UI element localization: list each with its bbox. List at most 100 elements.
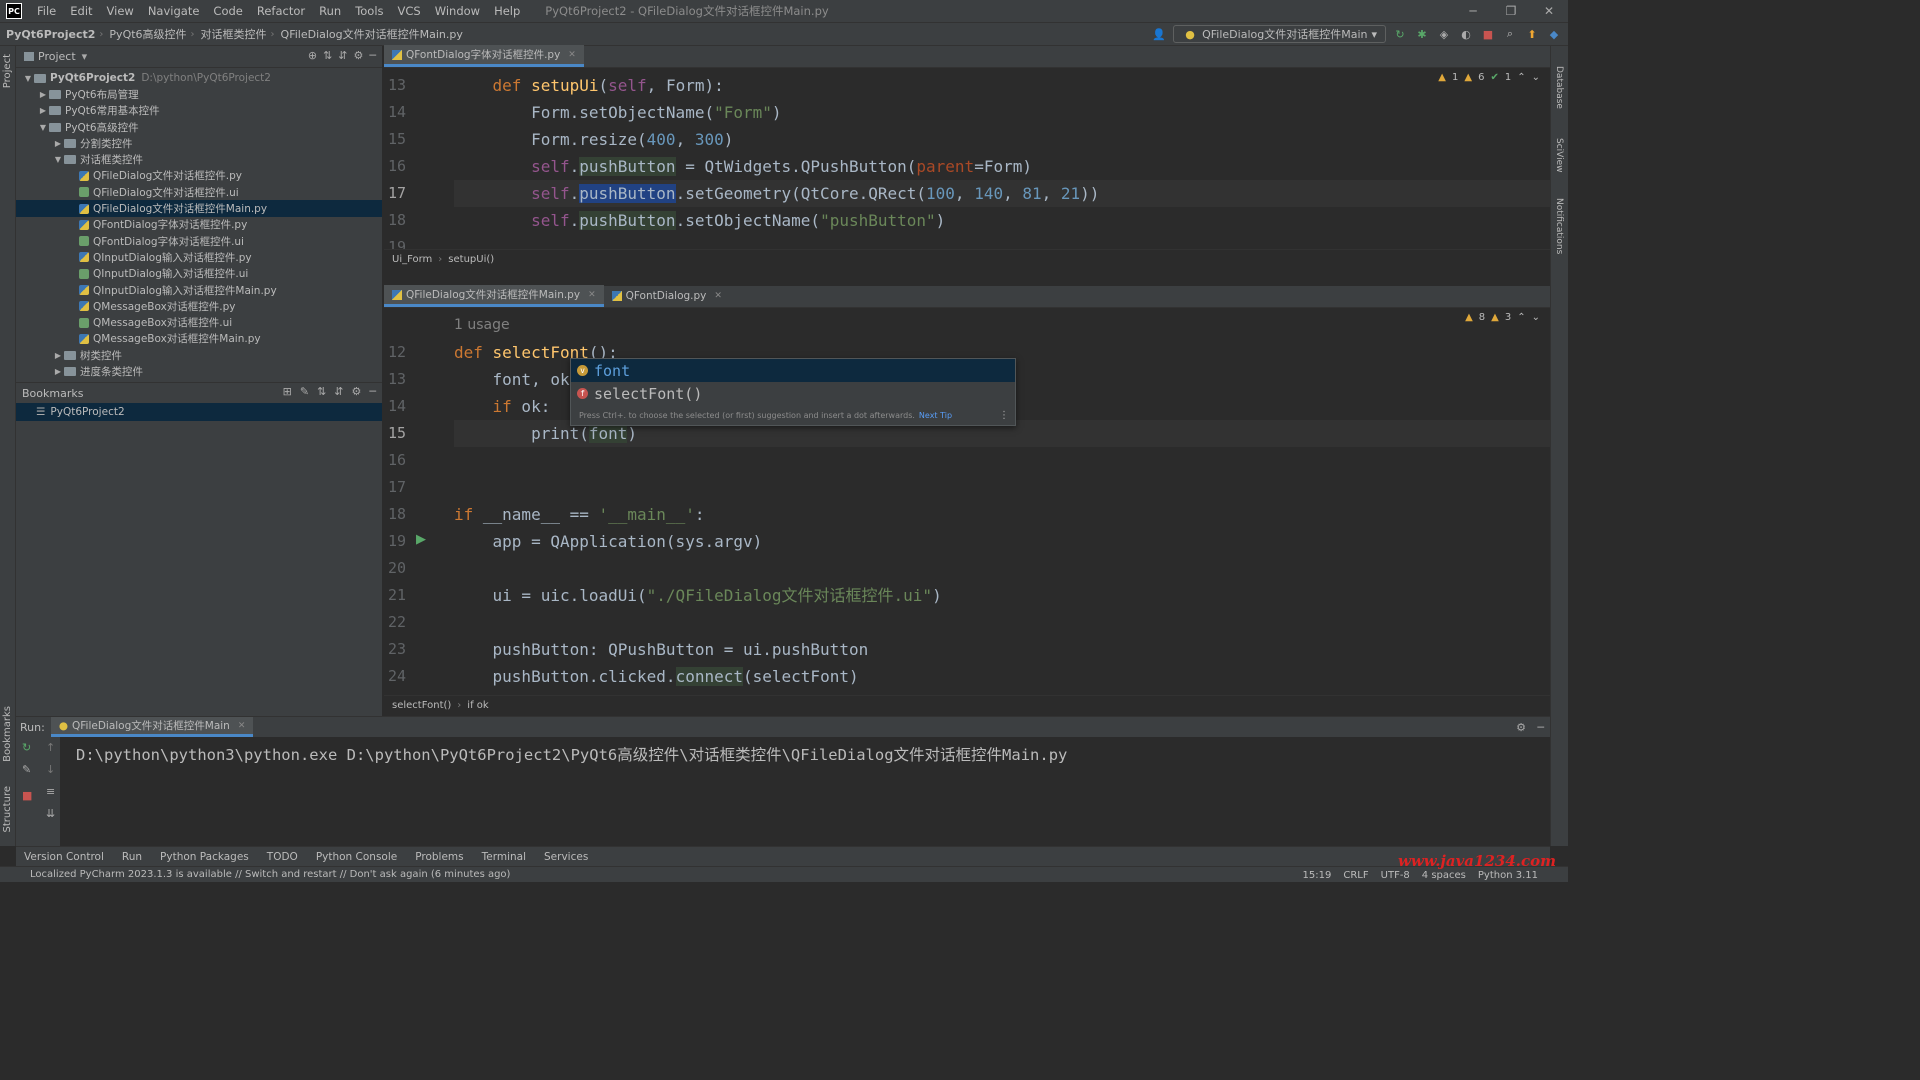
collapse-all-icon[interactable]: ⇵ [334,385,343,398]
add-bookmark-icon[interactable]: ⊞ [283,385,292,398]
tree-item[interactable]: QFontDialog字体对话框控件.ui [16,233,382,249]
breadcrumb-method[interactable]: setupUi() [448,254,494,265]
settings-icon[interactable]: ◆ [1546,26,1562,42]
run-configuration-select[interactable]: ● QFileDialog文件对话框控件Main ▾ [1173,25,1386,43]
notifications-tool-label[interactable]: Notifications [1554,198,1564,254]
completion-item-font[interactable]: v font [571,359,1015,382]
project-tool-label[interactable]: Project [2,54,13,88]
sciview-tool-label[interactable]: SciView [1554,138,1564,173]
expand-all-icon[interactable]: ⇅ [323,49,332,62]
file-encoding[interactable]: UTF-8 [1381,870,1410,881]
close-tab-icon[interactable]: ✕ [588,290,596,300]
tree-item[interactable]: ▼ PyQt6Project2 D:\python\PyQt6Project2 [16,70,382,86]
database-tool-label[interactable]: Database [1554,66,1564,109]
tree-item[interactable]: QMessageBox对话框控件.py [16,298,382,314]
tool-tab-run[interactable]: Run [122,851,142,863]
hide-icon[interactable]: ─ [1537,721,1544,734]
tree-item[interactable]: ▶ 树类控件 [16,347,382,363]
close-tab-icon[interactable]: ✕ [238,721,246,731]
update-icon[interactable]: ⬆ [1524,26,1540,42]
rerun-icon[interactable]: ↻ [1392,26,1408,42]
chevron-right-icon[interactable]: ▶ [52,367,64,376]
next-tip-link[interactable]: Next Tip [919,411,952,420]
tool-tab-python-packages[interactable]: Python Packages [160,851,249,863]
menu-refactor[interactable]: Refactor [250,4,312,18]
coverage-icon[interactable]: ◈ [1436,26,1452,42]
tree-item[interactable]: ▶ 进度条类控件 [16,363,382,379]
breadcrumb-file[interactable]: QFileDialog文件对话框控件Main.py [275,26,467,42]
tree-item[interactable]: QMessageBox对话框控件.ui [16,314,382,330]
chevron-right-icon[interactable]: ▶ [37,106,49,115]
tree-item[interactable]: QFontDialog字体对话框控件.py [16,217,382,233]
tree-item[interactable]: ▶ PyQt6布局管理 [16,86,382,102]
user-icon[interactable]: 👤 [1151,26,1167,42]
menu-edit[interactable]: Edit [63,4,99,18]
down-icon[interactable]: ↓ [46,763,55,776]
chevron-right-icon[interactable]: ▶ [37,90,49,99]
tree-item[interactable]: QMessageBox对话框控件Main.py [16,331,382,347]
minimize-icon[interactable]: ─ [1454,0,1492,22]
tab-qfontdialog-py[interactable]: QFontDialog字体对话框控件.py ✕ [384,45,584,67]
breadcrumb-project[interactable]: PyQt6Project2 [0,28,99,41]
chevron-right-icon[interactable]: ▶ [52,139,64,148]
tree-item[interactable]: QFileDialog文件对话框控件.ui [16,184,382,200]
close-icon[interactable]: ✕ [1530,0,1568,22]
run-tab[interactable]: ● QFileDialog文件对话框控件Main ✕ [50,717,254,737]
tool-tab-problems[interactable]: Problems [415,851,463,863]
up-icon[interactable]: ↑ [46,741,55,754]
tree-item[interactable]: ▼ 对话框类控件 [16,151,382,167]
tree-item[interactable]: ▼ PyQt6高级控件 [16,119,382,135]
gear-icon[interactable]: ⚙ [354,49,364,62]
breadcrumb-block[interactable]: if ok [467,700,488,711]
run-gutter-icon[interactable]: ▶ [416,532,426,547]
tool-tab-terminal[interactable]: Terminal [482,851,526,863]
status-message[interactable]: Localized PyCharm 2023.1.3 is available … [30,869,510,880]
more-icon[interactable]: ⋮ [999,410,1009,421]
tree-item[interactable]: ▶ PyQt6常用基本控件 [16,103,382,119]
menu-tools[interactable]: Tools [348,4,390,18]
tree-item[interactable]: QInputDialog输入对话框控件.ui [16,266,382,282]
menu-help[interactable]: Help [487,4,527,18]
menu-file[interactable]: File [30,4,63,18]
chevron-right-icon[interactable]: ▶ [52,351,64,360]
search-icon[interactable]: ⌕ [1502,26,1518,42]
wrench-icon[interactable]: ✎ [22,763,31,776]
tool-tab-python-console[interactable]: Python Console [316,851,397,863]
profile-icon[interactable]: ◐ [1458,26,1474,42]
locate-icon[interactable]: ⊕ [308,49,317,62]
run-output[interactable]: D:\python\python3\python.exe D:\python\P… [76,743,1067,765]
menu-code[interactable]: Code [206,4,249,18]
menu-vcs[interactable]: VCS [391,4,428,18]
stop-icon[interactable]: ■ [22,789,32,802]
close-tab-icon[interactable]: ✕ [568,50,576,60]
debug-icon[interactable]: ✱ [1414,26,1430,42]
breadcrumb-class[interactable]: Ui_Form [392,254,432,265]
indent-setting[interactable]: 4 spaces [1422,870,1466,881]
tree-item[interactable]: QInputDialog输入对话框控件Main.py [16,282,382,298]
tool-tab-services[interactable]: Services [544,851,588,863]
python-interpreter[interactable]: Python 3.11 [1478,870,1538,881]
tool-tab-version-control[interactable]: Version Control [24,851,104,863]
usage-hint[interactable]: 1 usage [454,312,510,339]
bookmark-item[interactable]: ☰ PyQt6Project2 [16,403,382,421]
caret-position[interactable]: 15:19 [1303,870,1332,881]
tree-item[interactable]: QFileDialog文件对话框控件.py [16,168,382,184]
edit-icon[interactable]: ✎ [300,385,309,398]
bookmarks-tool-label[interactable]: Bookmarks [2,706,13,762]
soft-wrap-icon[interactable]: ≡ [46,785,55,798]
breadcrumb-function[interactable]: selectFont() [392,700,451,711]
stop-icon[interactable]: ■ [1480,26,1496,42]
gear-icon[interactable]: ⚙ [352,385,362,398]
chevron-down-icon[interactable]: ▼ [22,74,34,83]
close-tab-icon[interactable]: ✕ [714,291,722,301]
completion-item-selectfont[interactable]: f selectFont() [571,382,1015,405]
gear-icon[interactable]: ⚙ [1516,721,1526,734]
tree-item[interactable]: QFileDialog文件对话框控件Main.py [16,200,382,217]
chevron-down-icon[interactable]: ▼ [37,123,49,132]
breadcrumb-subfolder[interactable]: 对话框类控件 [195,26,271,42]
menu-run[interactable]: Run [312,4,348,18]
collapse-all-icon[interactable]: ⇵ [338,49,347,62]
chevron-down-icon[interactable]: ▾ [82,50,88,63]
menu-navigate[interactable]: Navigate [141,4,207,18]
restore-icon[interactable]: ❐ [1492,0,1530,22]
